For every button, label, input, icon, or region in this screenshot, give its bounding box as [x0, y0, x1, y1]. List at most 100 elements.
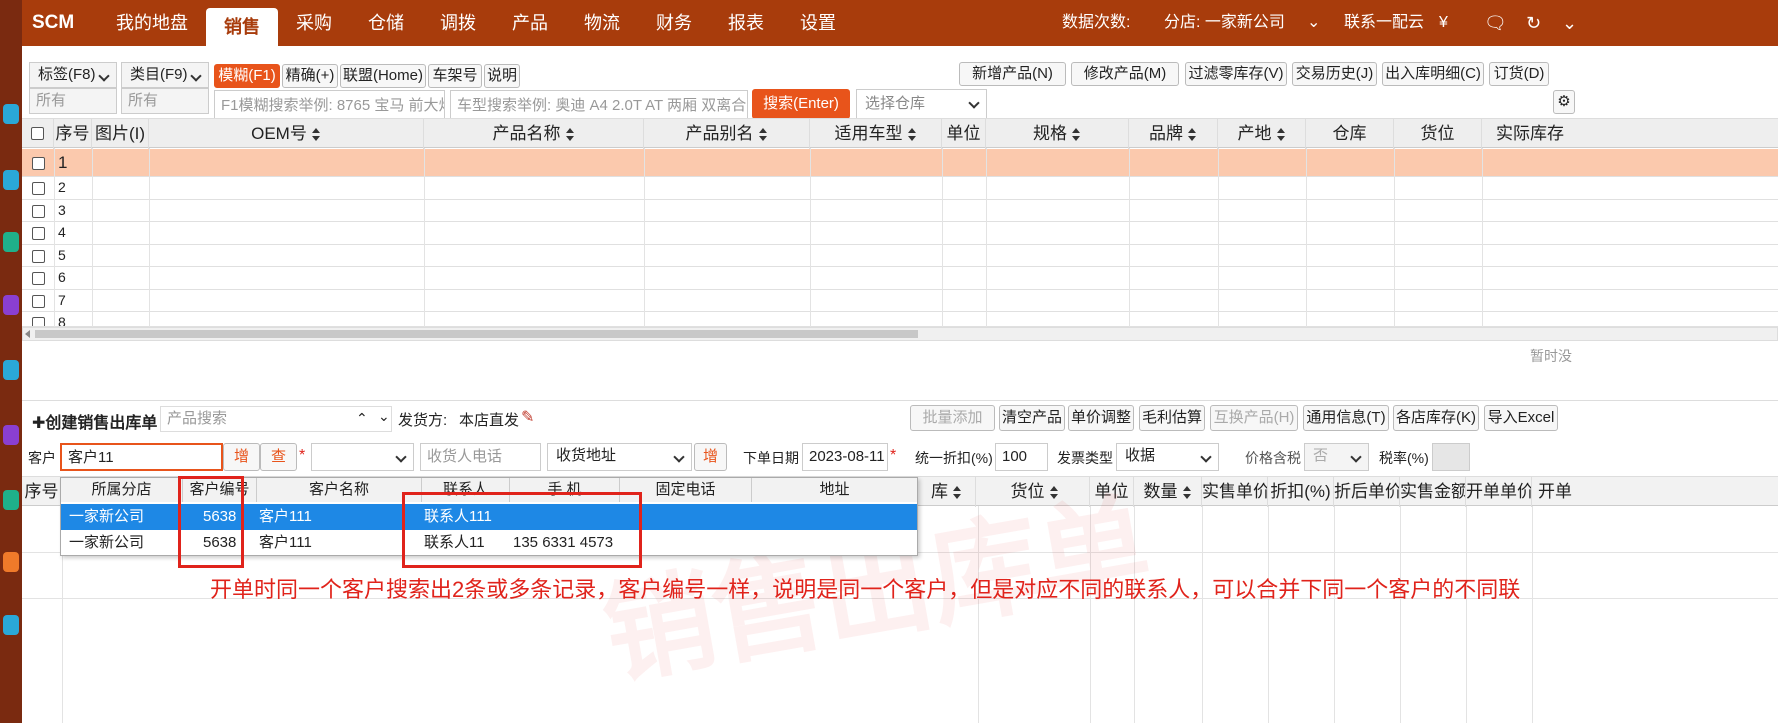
table-row[interactable]: 1	[22, 149, 1778, 177]
row-checkbox[interactable]	[32, 182, 45, 195]
col-invoice[interactable]: 开单	[1532, 477, 1578, 507]
col-sale-amount[interactable]: 实售金额	[1400, 477, 1466, 507]
col-spec[interactable]: 规格	[986, 119, 1129, 149]
tab-alliance[interactable]: 联盟(Home)	[340, 64, 426, 88]
swap-products-button[interactable]: 互换产品(H)	[1210, 405, 1298, 431]
col-location[interactable]: 货位	[1394, 119, 1482, 149]
col-invoice-price[interactable]: 开单单价	[1466, 477, 1532, 507]
more-icon[interactable]: ⌄	[1562, 0, 1577, 46]
app-icon[interactable]	[3, 104, 19, 124]
chat-icon[interactable]: 🗨	[1484, 0, 1507, 46]
nav-reports[interactable]: 报表	[710, 0, 782, 46]
scroll-left-icon[interactable]	[25, 330, 30, 338]
table-row[interactable]: 4	[22, 222, 1778, 245]
col-actual-stock[interactable]: 实际库存	[1482, 119, 1578, 149]
gear-icon[interactable]: ⚙	[1553, 90, 1575, 114]
app-icon[interactable]	[3, 490, 19, 510]
order-button[interactable]: 订货(D)	[1489, 62, 1549, 86]
app-icon[interactable]	[3, 552, 19, 572]
tag-filter-value[interactable]: 所有	[29, 88, 117, 114]
trade-history-button[interactable]: 交易历史(J)	[1292, 62, 1377, 86]
col-image[interactable]: 图片(I)	[92, 119, 149, 149]
batch-add-button[interactable]: 批量添加	[910, 405, 995, 431]
category-filter-value[interactable]: 所有	[121, 88, 209, 114]
filter-zero-stock-button[interactable]: 过滤零库存(V)	[1185, 62, 1287, 86]
app-icon[interactable]	[3, 425, 19, 445]
clear-products-button[interactable]: 清空产品	[999, 405, 1065, 431]
table-row[interactable]: 5	[22, 245, 1778, 267]
col-unit[interactable]: 单位	[942, 119, 986, 149]
nav-sales[interactable]: 销售	[206, 8, 278, 46]
customer-input[interactable]: 客户11	[60, 443, 223, 471]
nav-settings[interactable]: 设置	[782, 0, 854, 46]
refresh-icon[interactable]: ↻	[1526, 0, 1541, 46]
app-icon[interactable]	[3, 170, 19, 190]
nav-transfer[interactable]: 调拨	[422, 0, 494, 46]
store-stock-button[interactable]: 各店库存(K)	[1393, 405, 1479, 431]
nav-purchase[interactable]: 采购	[278, 0, 350, 46]
col-brand[interactable]: 品牌	[1129, 119, 1218, 149]
horizontal-scrollbar[interactable]	[22, 327, 1778, 341]
tab-vin[interactable]: 车架号	[428, 64, 482, 88]
table-row[interactable]: 7	[22, 290, 1778, 312]
tab-exact[interactable]: 精确(+)	[282, 64, 338, 88]
table-row[interactable]: 8	[22, 312, 1778, 327]
col-discounted-price[interactable]: 折后单价	[1334, 477, 1400, 507]
search-button[interactable]: 搜索(Enter)	[752, 89, 850, 119]
tab-fuzzy[interactable]: 模糊(F1)	[214, 64, 280, 88]
new-product-button[interactable]: 新增产品(N)	[959, 62, 1066, 86]
chevron-up-icon[interactable]: ⌃	[356, 410, 368, 427]
chevron-down-icon[interactable]: ⌄	[1307, 0, 1320, 46]
table-row[interactable]: 2	[22, 177, 1778, 200]
edit-icon[interactable]: ✎	[521, 407, 534, 427]
row-checkbox[interactable]	[32, 227, 45, 240]
receiver-phone-input[interactable]: 收货人电话	[420, 443, 541, 471]
query-customer-button[interactable]: 查	[260, 443, 297, 471]
table-row[interactable]: 3	[22, 200, 1778, 222]
col-sale-price[interactable]: 实售单价	[1202, 477, 1268, 507]
warehouse-select[interactable]: 选择仓库	[856, 89, 987, 119]
order-date-input[interactable]: 2023-08-11	[802, 443, 888, 471]
row-checkbox[interactable]	[32, 204, 45, 218]
col-oem[interactable]: OEM号	[149, 119, 424, 149]
margin-estimate-button[interactable]: 毛利估算	[1139, 405, 1205, 431]
col-alias[interactable]: 产品别名	[644, 119, 810, 149]
scroll-thumb[interactable]	[35, 330, 918, 338]
add-address-button[interactable]: 增	[694, 443, 727, 471]
select-all-checkbox[interactable]	[22, 119, 54, 149]
app-icon[interactable]	[3, 615, 19, 635]
nav-products[interactable]: 产品	[494, 0, 566, 46]
row-checkbox[interactable]	[32, 272, 45, 285]
col-discount[interactable]: 折扣(%)	[1268, 477, 1334, 507]
general-info-button[interactable]: 通用信息(T)	[1303, 405, 1389, 431]
discount-input[interactable]: 100	[995, 443, 1048, 471]
col-seq[interactable]: 序号	[22, 477, 62, 507]
tax-rate-input[interactable]	[1432, 443, 1470, 471]
nav-warehouse[interactable]: 仓储	[350, 0, 422, 46]
tax-included-select[interactable]: 否	[1304, 443, 1369, 471]
nav-finance[interactable]: 财务	[638, 0, 710, 46]
branch-selector[interactable]: 分店: 一家新公司	[1164, 0, 1285, 46]
category-filter[interactable]: 类目(F9)	[121, 62, 209, 88]
table-row[interactable]: 6	[22, 267, 1778, 290]
nav-logistics[interactable]: 物流	[566, 0, 638, 46]
import-excel-button[interactable]: 导入Excel	[1484, 405, 1558, 431]
tag-filter[interactable]: 标签(F8)	[29, 62, 117, 88]
tab-desc[interactable]: 说明	[484, 64, 520, 88]
app-icon[interactable]	[3, 295, 19, 315]
row-checkbox[interactable]	[32, 249, 45, 263]
col-vehicle[interactable]: 适用车型	[810, 119, 942, 149]
stock-detail-button[interactable]: 出入库明细(C)	[1382, 62, 1484, 86]
row-checkbox[interactable]	[32, 157, 45, 170]
receiver-address-select[interactable]: 收货地址	[547, 443, 692, 471]
row-checkbox[interactable]	[32, 294, 45, 308]
row-checkbox[interactable]	[32, 317, 45, 326]
nav-my-site[interactable]: 我的地盘	[98, 0, 206, 46]
col-seq[interactable]: 序号	[54, 119, 92, 149]
app-icon[interactable]	[3, 232, 19, 252]
price-adjust-button[interactable]: 单价调整	[1068, 405, 1134, 431]
col-warehouse[interactable]: 仓库	[1306, 119, 1394, 149]
currency-icon[interactable]: ¥	[1439, 0, 1448, 46]
col-qty[interactable]: 数量	[1134, 477, 1202, 507]
add-customer-button[interactable]: 增	[223, 443, 260, 471]
